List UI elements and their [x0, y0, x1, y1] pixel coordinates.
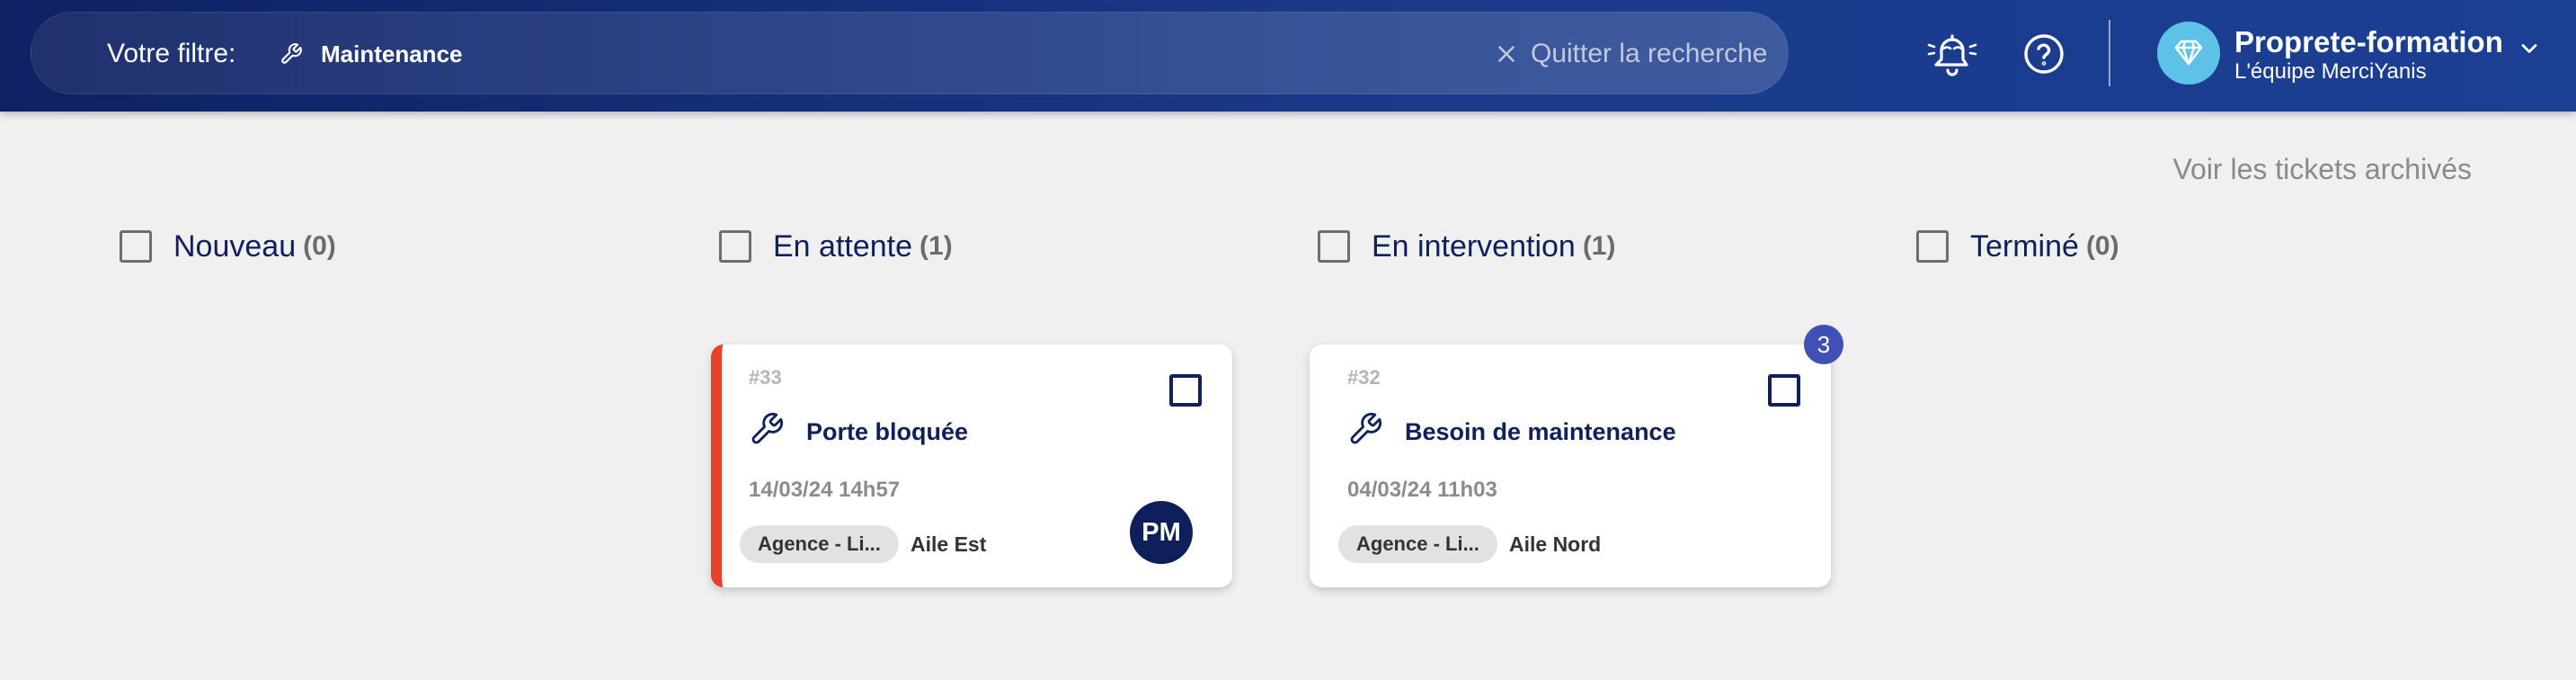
column-select-checkbox[interactable]: [719, 230, 751, 263]
ticket-site-tag: Agence - Li...: [740, 525, 899, 563]
ticket-date: 04/03/24 11h03: [1347, 478, 1497, 502]
column-select-checkbox[interactable]: [1916, 230, 1949, 263]
ticket-number: #32: [1347, 366, 1381, 389]
header-divider: [2109, 20, 2110, 86]
column-select-checkbox[interactable]: [120, 230, 152, 263]
column-count: (0): [2085, 231, 2119, 261]
column-title: Nouveau: [173, 228, 297, 264]
notifications-bell-icon[interactable]: [1923, 27, 1981, 81]
help-circle-icon[interactable]: [2022, 32, 2065, 76]
wrench-icon: [1347, 411, 1383, 447]
filter-value: Maintenance: [321, 40, 463, 67]
column-header-nouveau: Nouveau (0): [120, 227, 336, 266]
filter-bar[interactable]: Votre filtre: Maintenance Quitter la rec…: [31, 12, 1789, 94]
top-bar: Votre filtre: Maintenance Quitter la rec…: [0, 0, 2576, 112]
diamond-logo-icon: [2157, 22, 2220, 85]
team-name: L'équipe MerciYanis: [2234, 59, 2427, 84]
ticket-site-tag: Agence - Li...: [1338, 525, 1497, 563]
chevron-down-icon: [2517, 36, 2542, 61]
notification-count-badge: 3: [1804, 325, 1843, 364]
ticket-date: 14/03/24 14h57: [749, 478, 901, 502]
ticket-location: Aile Est: [910, 532, 987, 556]
ticket-card[interactable]: 3 #32 Besoin de maintenance 04/03/24 11h…: [1310, 325, 1843, 587]
ticket-card[interactable]: #33 Porte bloquée 14/03/24 14h57 Agence …: [711, 344, 1232, 587]
quit-search-label: Quitter la recherche: [1531, 39, 1768, 68]
column-title: Terminé: [1970, 228, 2079, 264]
ticket-number: #33: [749, 366, 782, 389]
column-count: (0): [303, 231, 336, 261]
quit-search-button[interactable]: Quitter la recherche: [1493, 32, 1767, 76]
ticket-select-checkbox[interactable]: [1768, 374, 1800, 407]
column-title: En attente: [773, 228, 913, 264]
organization-name: Proprete-formation: [2234, 25, 2503, 58]
column-title: En intervention: [1372, 228, 1576, 264]
account-menu[interactable]: Proprete-formation L'équipe MerciYanis: [2157, 20, 2553, 88]
column-count: (1): [919, 231, 953, 261]
wrench-icon: [280, 42, 303, 66]
ticket-select-checkbox[interactable]: [1169, 374, 1202, 407]
archived-tickets-link[interactable]: Voir les tickets archivés: [2157, 153, 2472, 186]
column-select-checkbox[interactable]: [1318, 230, 1350, 263]
wrench-icon: [749, 411, 785, 447]
ticket-title: Porte bloquée: [806, 418, 969, 445]
column-header-en-attente: En attente (1): [719, 227, 953, 266]
ticket-title: Besoin de maintenance: [1405, 418, 1676, 445]
column-header-en-intervention: En intervention (1): [1318, 227, 1615, 266]
close-icon: [1493, 40, 1520, 67]
filter-label: Votre filtre:: [107, 39, 236, 68]
ticket-location: Aile Nord: [1509, 532, 1602, 556]
column-count: (1): [1582, 231, 1616, 261]
column-header-termine: Terminé (0): [1916, 227, 2119, 266]
assignee-avatar: PM: [1130, 501, 1193, 564]
